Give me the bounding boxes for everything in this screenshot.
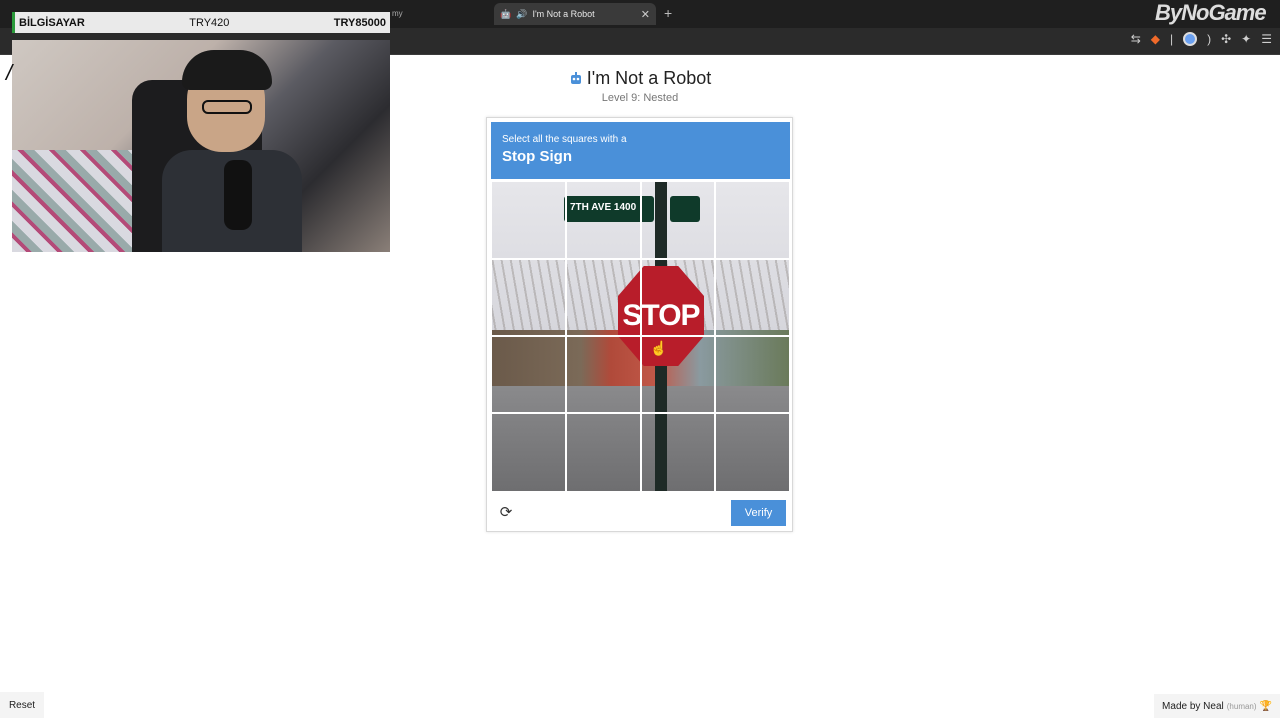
hand-cursor-icon: ☝ (650, 340, 668, 356)
grid-cell-r4c3[interactable] (642, 415, 715, 491)
robot-icon (570, 72, 581, 84)
profile-icon[interactable] (1183, 32, 1198, 46)
grid-cell-r4c1[interactable] (492, 415, 565, 491)
made-by-text: Made by Neal (1162, 700, 1224, 712)
audio-icon[interactable]: ) (1207, 32, 1211, 46)
overlay-amount-2: TRY85000 (333, 16, 386, 29)
menu-icon[interactable]: ☰ (1261, 32, 1272, 46)
brave-shield-icon[interactable]: ◆ (1151, 32, 1160, 46)
grid-cell-r3c4[interactable] (716, 338, 789, 414)
extensions-icon[interactable]: ✣ (1221, 32, 1231, 46)
grid-cell-r3c2[interactable] (567, 338, 640, 414)
close-tab-icon[interactable]: ✕ (641, 8, 650, 21)
page-title: I'm Not a Robot (0, 68, 1280, 89)
grid-cell-r4c4[interactable] (716, 415, 789, 491)
leo-icon[interactable]: ✦ (1241, 32, 1251, 46)
webcam-microphone (224, 160, 252, 230)
background-tab-title[interactable]: my (392, 9, 403, 18)
reset-button[interactable]: Reset (0, 692, 44, 718)
robot-favicon-icon: 🤖 (500, 8, 512, 19)
active-tab-title: I'm Not a Robot (532, 9, 595, 19)
prompt-target: Stop Sign (502, 148, 572, 165)
grid-cell-r2c4[interactable] (716, 260, 789, 336)
active-tab[interactable]: 🤖 🔊 I'm Not a Robot ✕ (494, 3, 656, 25)
made-by-credit[interactable]: Made by Neal (human) 🏆 (1154, 694, 1280, 718)
verify-button[interactable]: Verify (731, 500, 786, 526)
made-by-note: (human) (1226, 701, 1257, 711)
level-subtitle: Level 9: Nested (601, 92, 679, 104)
trophy-icon: 🏆 (1259, 700, 1272, 712)
captcha-footer: ⟳ Verify (491, 496, 790, 529)
captcha-widget: Select all the squares with a Stop Sign … (486, 117, 793, 532)
grid-cell-r1c1[interactable] (492, 182, 565, 258)
translate-icon[interactable]: ⇆ (1131, 32, 1141, 46)
grid-cell-r1c3[interactable] (642, 182, 715, 258)
new-tab-button[interactable]: + (664, 5, 672, 21)
captcha-prompt: Select all the squares with a Stop Sign (491, 122, 790, 179)
page-title-text: I'm Not a Robot (586, 68, 712, 88)
reload-icon[interactable]: ⟳ (497, 504, 515, 522)
grid-cell-r3c1[interactable] (492, 338, 565, 414)
prompt-instruction: Select all the squares with a (502, 134, 627, 145)
grid-cell-r1c4[interactable] (716, 182, 789, 258)
brand-logo: ByNoGame (1155, 0, 1267, 25)
captcha-grid (492, 182, 789, 491)
grid-cell-r2c2[interactable] (567, 260, 640, 336)
grid-cell-r1c2[interactable] (567, 182, 640, 258)
overlay-amount-1: TRY420 (189, 16, 230, 29)
donation-overlay: BİLGİSAYAR TRY420 TRY85000 (12, 12, 390, 33)
grid-cell-r4c2[interactable] (567, 415, 640, 491)
grid-cell-r2c1[interactable] (492, 260, 565, 336)
overlay-label: BİLGİSAYAR (19, 16, 85, 29)
speaker-icon[interactable]: 🔊 (516, 9, 527, 20)
separator: | (1169, 32, 1174, 46)
grid-cell-r2c3[interactable] (642, 260, 715, 336)
